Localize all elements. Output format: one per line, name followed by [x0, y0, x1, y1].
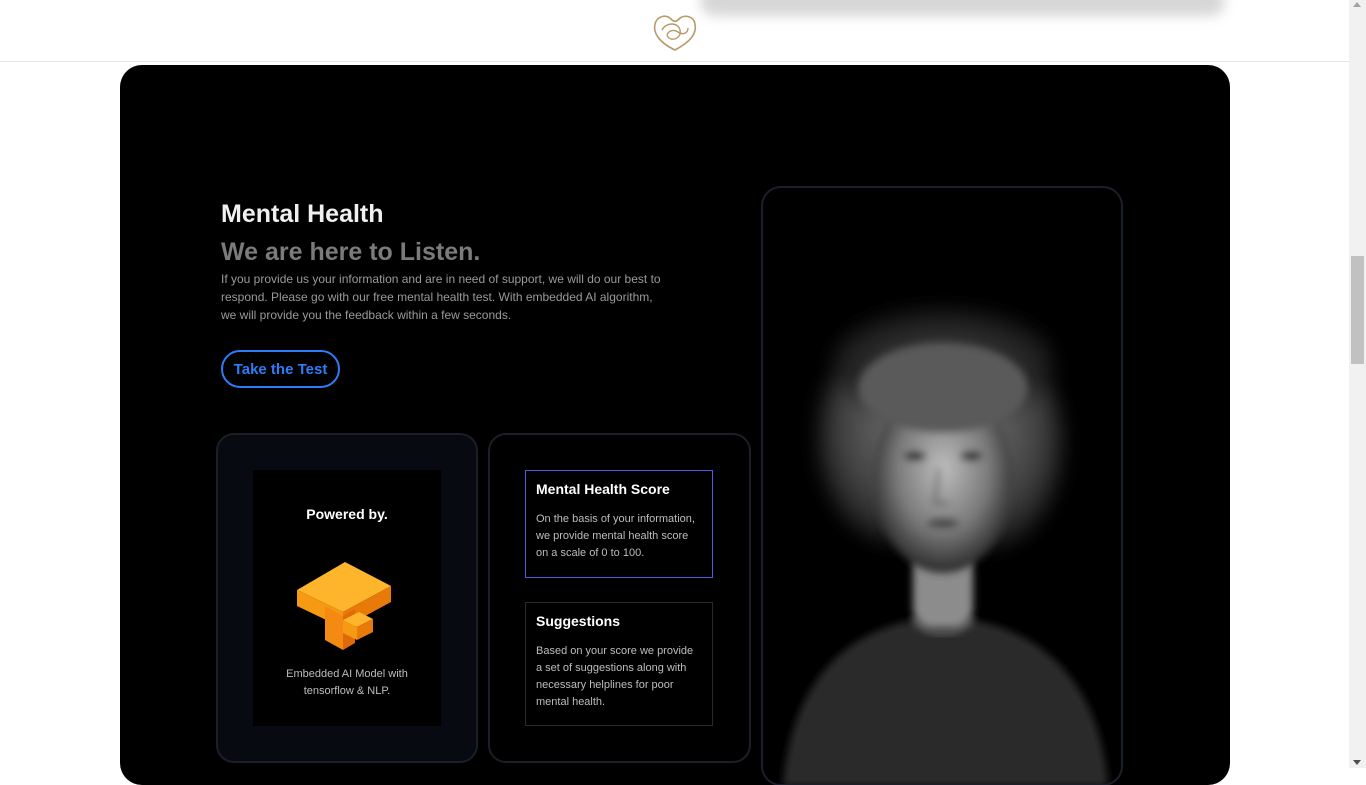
header-shadow [700, 0, 1225, 16]
scroll-thumb[interactable] [1351, 256, 1364, 364]
portrait-card [761, 186, 1123, 785]
feature-text: Based on your score we provide a set of … [536, 645, 694, 708]
section-title: Mental Health [221, 200, 384, 228]
section-description: If you provide us your information and a… [221, 272, 661, 322]
powered-by-card: Powered by. Embedded AI Model with tenso… [216, 433, 478, 763]
scroll-down-arrow-icon[interactable] [1353, 760, 1361, 765]
take-the-test-button[interactable]: Take the Test [221, 350, 340, 388]
page-scrollbar[interactable] [1349, 0, 1366, 768]
feature-text: On the basis of your information, we pro… [536, 513, 695, 559]
section-subtitle: We are here to Listen. [221, 238, 481, 266]
powered-by-description: Embedded AI Model with tensorflow & NLP. [286, 668, 408, 697]
tensorflow-logo-icon [295, 550, 399, 656]
feature-suggestions[interactable]: Suggestions Based on your score we provi… [525, 602, 713, 726]
features-card: Mental Health Score On the basis of your… [488, 433, 751, 763]
blurred-portrait-image [783, 308, 1108, 784]
feature-title: Mental Health Score [536, 481, 670, 497]
powered-by-panel: Powered by. Embedded AI Model with tenso… [253, 470, 441, 726]
mental-health-section: Mental Health We are here to Listen. If … [120, 65, 1230, 785]
feature-title: Suggestions [536, 613, 621, 629]
heart-outline-logo-icon[interactable] [650, 10, 700, 54]
powered-by-title: Powered by. [306, 506, 388, 522]
feature-mental-health-score[interactable]: Mental Health Score On the basis of your… [525, 470, 713, 578]
top-header [0, 0, 1349, 62]
scroll-up-arrow-icon[interactable] [1353, 2, 1361, 7]
